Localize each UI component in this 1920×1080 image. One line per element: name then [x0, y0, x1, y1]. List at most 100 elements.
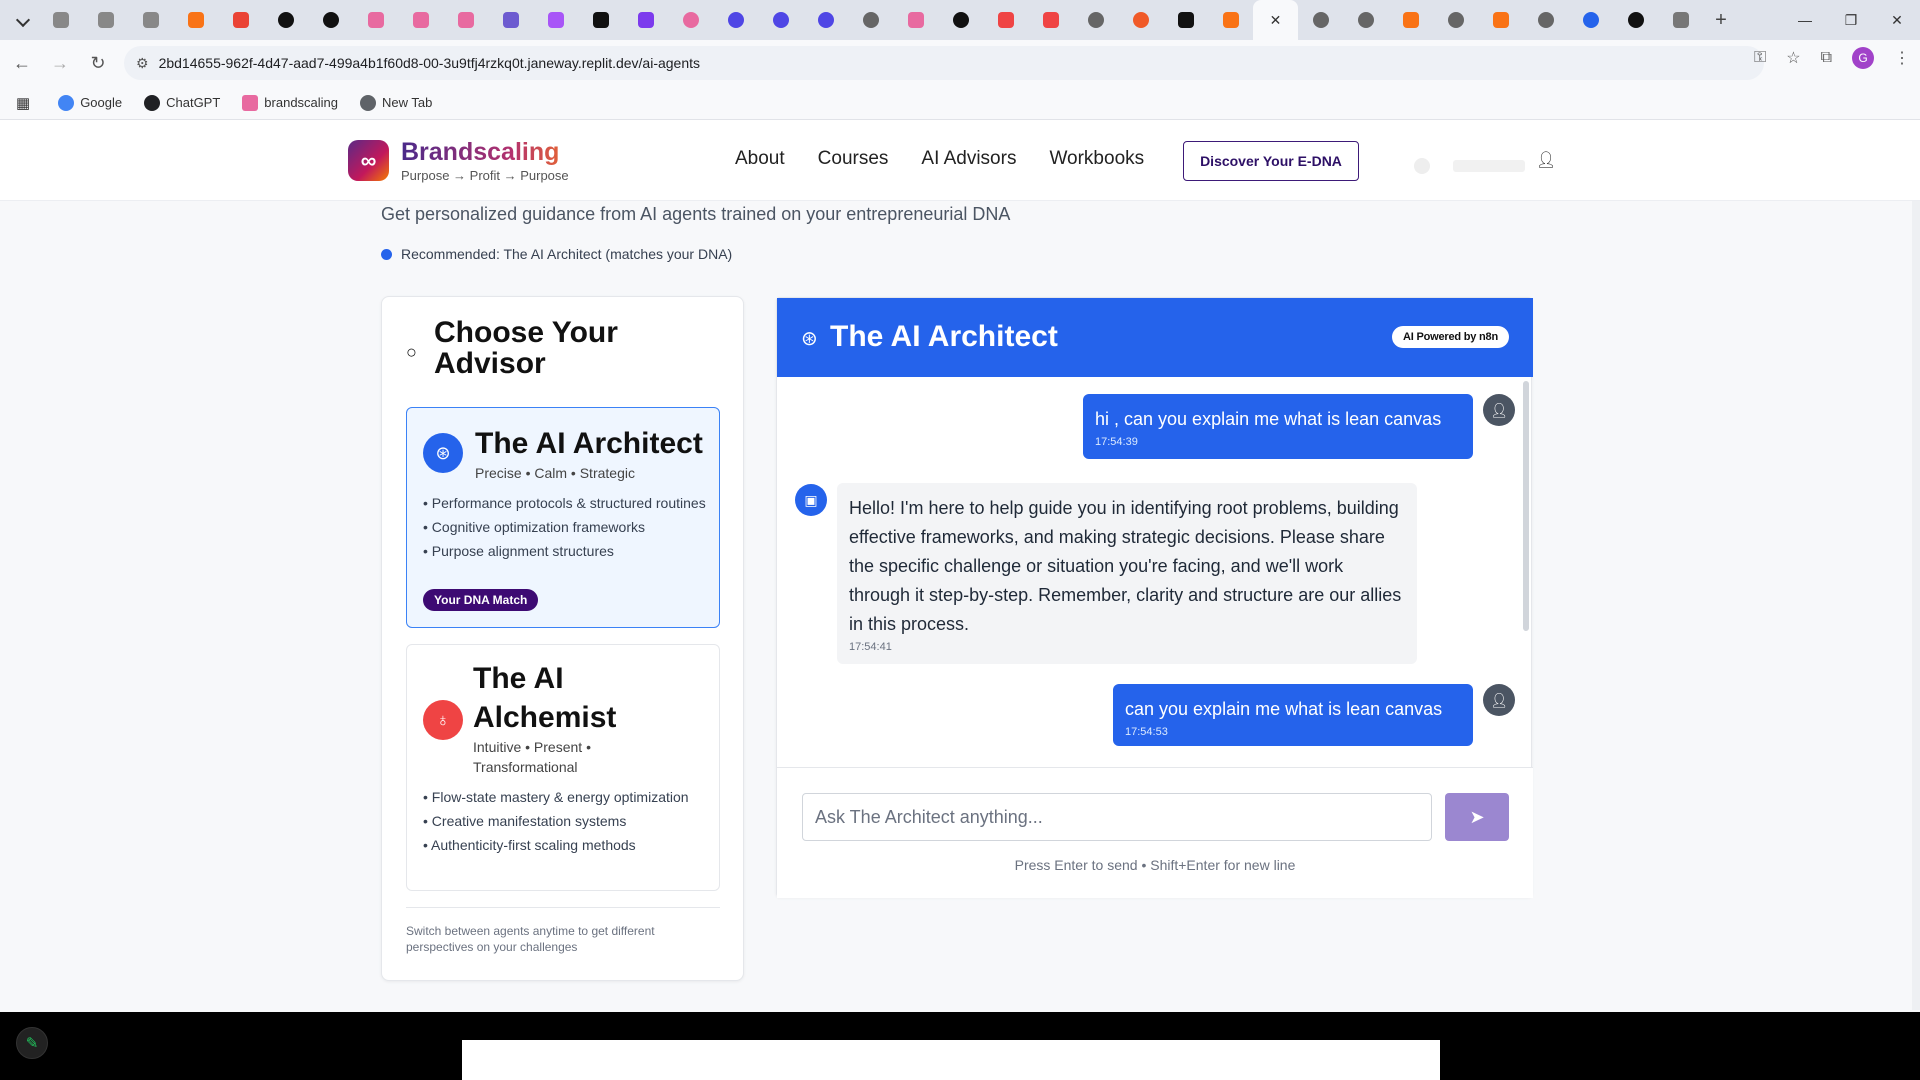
advisor-card-alchemist[interactable]: ♁ The AI Alchemist Intuitive • Present •…	[406, 644, 720, 891]
page: ∞ Brandscaling Purpose → Profit → Purpos…	[0, 120, 1920, 1080]
tab-favicon[interactable]	[1478, 0, 1523, 40]
back-icon[interactable]: ←	[6, 47, 38, 79]
reload-icon[interactable]: ↻	[82, 47, 114, 79]
tab-favicon[interactable]	[803, 0, 848, 40]
footer-panel	[462, 1040, 1440, 1080]
tab-favicon[interactable]	[1433, 0, 1478, 40]
tab-favicon[interactable]	[893, 0, 938, 40]
minimize-icon[interactable]: —	[1782, 0, 1828, 40]
tab-favicon[interactable]	[758, 0, 803, 40]
tab-favicon[interactable]	[1568, 0, 1613, 40]
tab-favicon[interactable]	[1163, 0, 1208, 40]
bookmarks-bar: ▦ Google ChatGPT brandscaling New Tab	[0, 86, 1920, 120]
message-time: 17:54:53	[1125, 726, 1168, 738]
message-text: hi , can you explain me what is lean can…	[1095, 409, 1442, 429]
send-button[interactable]: ➤	[1445, 793, 1509, 841]
user-message: hi , can you explain me what is lean can…	[1083, 394, 1473, 459]
tab-favicon[interactable]	[488, 0, 533, 40]
message-time: 17:54:39	[1095, 436, 1138, 448]
forward-icon[interactable]: →	[44, 47, 76, 79]
bookmark-google[interactable]: Google	[58, 94, 122, 111]
tab-favicon[interactable]	[1388, 0, 1433, 40]
tab-favicon[interactable]	[1073, 0, 1118, 40]
tab-favicon[interactable]	[263, 0, 308, 40]
tab-favicon[interactable]	[398, 0, 443, 40]
google-icon	[58, 94, 75, 111]
close-window-icon[interactable]: ✕	[1874, 0, 1920, 40]
menu-kebab-icon[interactable]: ⋮	[1894, 48, 1910, 68]
brand-tagline: Purpose → Profit → Purpose	[401, 168, 569, 183]
brand-name[interactable]: Brandscaling	[401, 138, 559, 167]
tab-favicon[interactable]	[623, 0, 668, 40]
assistant-message: Hello! I'm here to help guide you in ide…	[837, 483, 1417, 664]
send-icon: ➤	[1469, 806, 1485, 827]
tab-favicon[interactable]	[1118, 0, 1163, 40]
tab-favicon[interactable]	[713, 0, 758, 40]
bookmark-brandscaling[interactable]: brandscaling	[242, 94, 338, 111]
tab-favicon[interactable]	[38, 0, 83, 40]
apps-grid-icon[interactable]: ▦	[16, 94, 30, 112]
tab-favicon[interactable]	[983, 0, 1028, 40]
tab-favicon[interactable]	[1523, 0, 1568, 40]
address-bar[interactable]: ⚙ 2bd14655-962f-4d47-aad7-499a4b1f60d8-0…	[124, 46, 1764, 80]
input-hint: Press Enter to send • Shift+Enter for ne…	[1014, 857, 1296, 873]
chat-input[interactable]	[802, 793, 1432, 841]
active-tab[interactable]: ✕	[1253, 0, 1298, 40]
feature-item: Purpose alignment structures	[423, 541, 713, 561]
password-key-icon[interactable]: ⚿	[1754, 49, 1766, 67]
chat-header: ⊛ The AI Architect AI Powered by n8n	[777, 298, 1533, 377]
divider	[406, 907, 720, 908]
chat-composer: ➤ Press Enter to send • Shift+Enter for …	[777, 767, 1533, 898]
extensions-icon[interactable]: ⧉	[1821, 49, 1832, 67]
page-scrollbar[interactable]	[1912, 120, 1920, 1010]
feature-item: Cognitive optimization frameworks	[423, 517, 713, 537]
powered-by-badge: AI Powered by n8n	[1391, 326, 1509, 348]
panel-title: Choose Your Advisor	[434, 316, 618, 380]
tab-favicon[interactable]	[533, 0, 578, 40]
tab-favicon[interactable]	[1658, 0, 1703, 40]
discover-edna-button[interactable]: Discover Your E-DNA	[1183, 141, 1359, 181]
window-controls: — ❐ ✕	[1782, 0, 1920, 40]
nav-ai-advisors[interactable]: AI Advisors	[921, 148, 1016, 170]
tab-favicon[interactable]	[353, 0, 398, 40]
nav-about[interactable]: About	[735, 148, 785, 170]
tab-favicon[interactable]	[1298, 0, 1343, 40]
profile-avatar[interactable]: G	[1852, 47, 1874, 69]
main-nav: About Courses AI Advisors Workbooks	[735, 148, 1144, 170]
tab-favicon[interactable]	[443, 0, 488, 40]
tab-favicon[interactable]	[218, 0, 263, 40]
tab-favicon[interactable]	[1343, 0, 1388, 40]
bookmark-chatgpt[interactable]: ChatGPT	[144, 94, 220, 111]
chat-title: The AI Architect	[830, 320, 1058, 353]
advisor-traits: Intuitive • Present • Transformational	[473, 739, 591, 775]
bookmark-new-tab[interactable]: New Tab	[360, 94, 432, 111]
tab-favicon[interactable]	[128, 0, 173, 40]
chat-panel: ⊛ The AI Architect AI Powered by n8n hi …	[776, 297, 1533, 898]
advisor-card-architect[interactable]: ⊛ The AI Architect Precise • Calm • Stra…	[406, 407, 720, 628]
user-icon[interactable]: 👤︎	[1536, 150, 1556, 170]
tab-favicon[interactable]	[1613, 0, 1658, 40]
site-info-icon[interactable]: ⚙	[136, 55, 149, 72]
dna-match-badge: Your DNA Match	[423, 589, 539, 611]
tab-favicon[interactable]	[1208, 0, 1253, 40]
tab-favicon[interactable]	[308, 0, 353, 40]
nav-courses[interactable]: Courses	[818, 148, 889, 170]
tab-favicon[interactable]	[938, 0, 983, 40]
chat-scrollbar[interactable]	[1523, 381, 1529, 631]
infinity-logo-icon[interactable]: ∞	[348, 140, 389, 181]
tab-favicon[interactable]	[668, 0, 713, 40]
message-list[interactable]: hi , can you explain me what is lean can…	[777, 377, 1533, 762]
bookmark-star-icon[interactable]: ☆	[1786, 48, 1800, 68]
restore-icon[interactable]: ❐	[1828, 0, 1874, 40]
tab-favicon[interactable]	[578, 0, 623, 40]
new-tab-button[interactable]: +	[1703, 9, 1739, 32]
edit-pencil-icon[interactable]: ✎	[16, 1027, 48, 1059]
close-tab-icon[interactable]: ✕	[1270, 12, 1282, 29]
tab-favicon[interactable]	[83, 0, 128, 40]
tab-search-button[interactable]	[8, 0, 38, 40]
nav-workbooks[interactable]: Workbooks	[1049, 148, 1144, 170]
chat-bubble-icon: ○	[406, 342, 417, 362]
tab-favicon[interactable]	[173, 0, 218, 40]
tab-favicon[interactable]	[1028, 0, 1073, 40]
tab-favicon[interactable]	[848, 0, 893, 40]
